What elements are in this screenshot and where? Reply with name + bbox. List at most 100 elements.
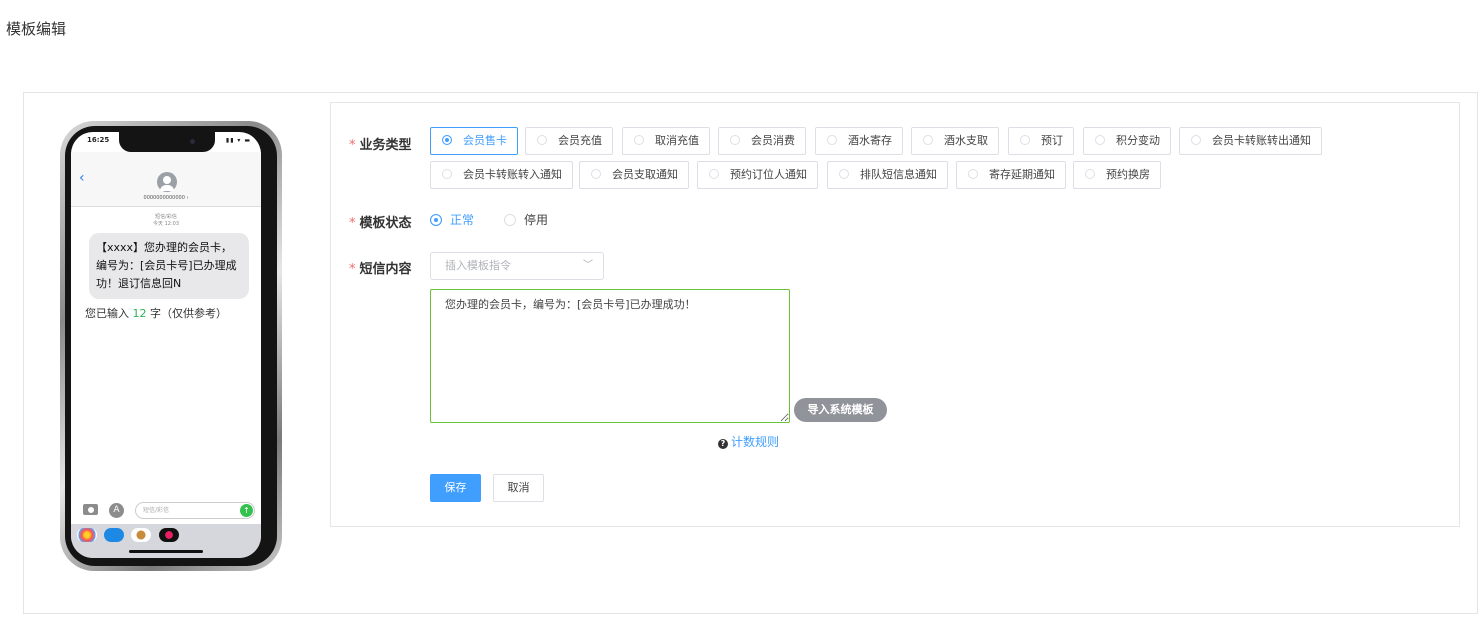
business-type-option-label: 会员充值 bbox=[558, 134, 602, 147]
phone-screen: ‹ 0000000000000 › 16:25 ▮▮ ▾ ▬ 短信/彩信 今天 … bbox=[71, 132, 261, 558]
radio-icon bbox=[968, 169, 978, 179]
select-placeholder: 插入模板指令 bbox=[445, 259, 511, 272]
business-type-label-text: 业务类型 bbox=[359, 138, 412, 153]
message-time: 短信/彩信 今天 12:03 bbox=[71, 214, 261, 228]
app-strip bbox=[71, 524, 261, 558]
save-button[interactable]: 保存 bbox=[430, 474, 481, 502]
heart-app-icon bbox=[159, 528, 179, 542]
message-input-bar: A 短信/彩信 ↑ bbox=[71, 500, 261, 522]
business-type-option[interactable]: 积分变动 bbox=[1083, 127, 1171, 155]
business-type-option-label: 酒水支取 bbox=[944, 134, 988, 147]
send-icon: ↑ bbox=[240, 504, 253, 517]
radio-icon bbox=[1191, 135, 1201, 145]
business-type-option-label: 预订 bbox=[1041, 134, 1063, 147]
business-type-option[interactable]: 会员消费 bbox=[718, 127, 806, 155]
business-type-option-label: 会员售卡 bbox=[463, 134, 507, 147]
radio-icon bbox=[709, 169, 719, 179]
count-rules-label: 计数规则 bbox=[731, 435, 780, 449]
business-type-option[interactable]: 酒水寄存 bbox=[815, 127, 903, 155]
contact-avatar bbox=[157, 172, 177, 192]
message-bubble: 【xxxx】您办理的会员卡，编号为：[会员卡号]已办理成功！退订信息回N bbox=[89, 233, 249, 299]
question-icon: ? bbox=[718, 439, 728, 449]
message-time-type: 短信/彩信 bbox=[155, 214, 177, 220]
char-count-value: 12 bbox=[132, 307, 147, 320]
char-count-prefix: 您已输入 bbox=[85, 307, 129, 320]
business-type-option[interactable]: 排队短信息通知 bbox=[827, 161, 948, 189]
memoji-app-icon bbox=[131, 528, 151, 542]
business-type-option[interactable]: 取消充值 bbox=[622, 127, 710, 155]
radio-icon bbox=[504, 214, 516, 226]
radio-icon bbox=[537, 135, 547, 145]
message-input: 短信/彩信 bbox=[135, 502, 255, 519]
required-mark: * bbox=[349, 216, 356, 231]
business-type-option-label: 会员卡转账转入通知 bbox=[463, 168, 562, 181]
business-type-option[interactable]: 预约订位人通知 bbox=[697, 161, 818, 189]
status-time: 16:25 bbox=[87, 136, 110, 144]
radio-icon bbox=[827, 135, 837, 145]
char-count-suffix: 字（仅供参考） bbox=[150, 307, 227, 320]
appstore-app-icon bbox=[104, 528, 124, 542]
home-indicator bbox=[129, 550, 203, 553]
business-type-option[interactable]: 会员卡转账转入通知 bbox=[430, 161, 573, 189]
business-type-option-label: 寄存延期通知 bbox=[989, 168, 1055, 181]
business-type-option-label: 积分变动 bbox=[1116, 134, 1160, 147]
business-type-option[interactable]: 会员充值 bbox=[525, 127, 613, 155]
chat-header: ‹ 0000000000000 › bbox=[71, 152, 261, 207]
sms-content-label: * 短信内容 bbox=[349, 258, 412, 277]
template-status-label: * 模板状态 bbox=[349, 212, 412, 231]
count-rules-link[interactable]: ? 计数规则 bbox=[718, 433, 779, 450]
page-title: 模板编辑 bbox=[6, 20, 67, 38]
required-mark: * bbox=[349, 262, 356, 277]
photos-app-icon bbox=[77, 528, 97, 542]
phone-notch bbox=[119, 132, 215, 152]
phone-preview: ‹ 0000000000000 › 16:25 ▮▮ ▾ ▬ 短信/彩信 今天 … bbox=[60, 121, 282, 571]
insert-template-command-select[interactable]: 插入模板指令 ﹀ bbox=[430, 252, 604, 280]
signal-battery-icon: ▮▮ ▾ ▬ bbox=[225, 137, 251, 144]
business-type-option-label: 排队短信息通知 bbox=[860, 168, 937, 181]
contact-number: 0000000000000 › bbox=[143, 195, 189, 201]
char-count: 您已输入 12 字（仅供参考） bbox=[85, 305, 227, 321]
business-type-option[interactable]: 会员卡转账转出通知 bbox=[1179, 127, 1322, 155]
business-type-option-label: 取消充值 bbox=[655, 134, 699, 147]
message-time-value: 今天 12:03 bbox=[153, 221, 179, 227]
chevron-down-icon: ﹀ bbox=[583, 260, 593, 271]
radio-icon bbox=[430, 214, 442, 226]
sms-content-label-text: 短信内容 bbox=[359, 262, 412, 277]
status-option-label: 停用 bbox=[524, 213, 549, 227]
radio-icon bbox=[1095, 135, 1105, 145]
radio-icon bbox=[634, 135, 644, 145]
business-type-option-label: 会员消费 bbox=[751, 134, 795, 147]
radio-icon bbox=[1020, 135, 1030, 145]
radio-icon bbox=[1085, 169, 1095, 179]
status-option-label: 正常 bbox=[450, 213, 475, 227]
required-mark: * bbox=[349, 138, 356, 153]
camera-dot bbox=[190, 139, 195, 144]
back-icon: ‹ bbox=[79, 170, 85, 186]
cancel-button[interactable]: 取消 bbox=[493, 474, 544, 502]
camera-icon bbox=[83, 504, 98, 515]
business-type-option[interactable]: 预订 bbox=[1008, 127, 1074, 155]
business-type-option[interactable]: 预约换房 bbox=[1073, 161, 1161, 189]
sms-content-textarea[interactable]: 您办理的会员卡，编号为：[会员卡号]已办理成功！ bbox=[430, 289, 790, 423]
business-type-option-label: 酒水寄存 bbox=[848, 134, 892, 147]
status-option-disabled[interactable]: 停用 bbox=[504, 211, 548, 228]
radio-icon bbox=[442, 169, 452, 179]
import-system-template-button[interactable]: 导入系统模板 bbox=[794, 398, 887, 422]
radio-icon bbox=[442, 135, 452, 145]
business-type-option[interactable]: 会员支取通知 bbox=[579, 161, 689, 189]
appstore-icon: A bbox=[109, 503, 124, 518]
business-type-option-label: 会员卡转账转出通知 bbox=[1212, 134, 1311, 147]
business-type-option-label: 预约订位人通知 bbox=[730, 168, 807, 181]
business-type-option[interactable]: 会员售卡 bbox=[430, 127, 518, 155]
radio-icon bbox=[839, 169, 849, 179]
business-type-label: * 业务类型 bbox=[349, 134, 412, 153]
radio-icon bbox=[591, 169, 601, 179]
radio-icon bbox=[923, 135, 933, 145]
business-type-option-label: 会员支取通知 bbox=[612, 168, 678, 181]
status-option-normal[interactable]: 正常 bbox=[430, 211, 474, 228]
business-type-option[interactable]: 寄存延期通知 bbox=[956, 161, 1066, 189]
radio-icon bbox=[730, 135, 740, 145]
template-status-label-text: 模板状态 bbox=[359, 216, 412, 231]
business-type-option[interactable]: 酒水支取 bbox=[911, 127, 999, 155]
business-type-option-label: 预约换房 bbox=[1106, 168, 1150, 181]
